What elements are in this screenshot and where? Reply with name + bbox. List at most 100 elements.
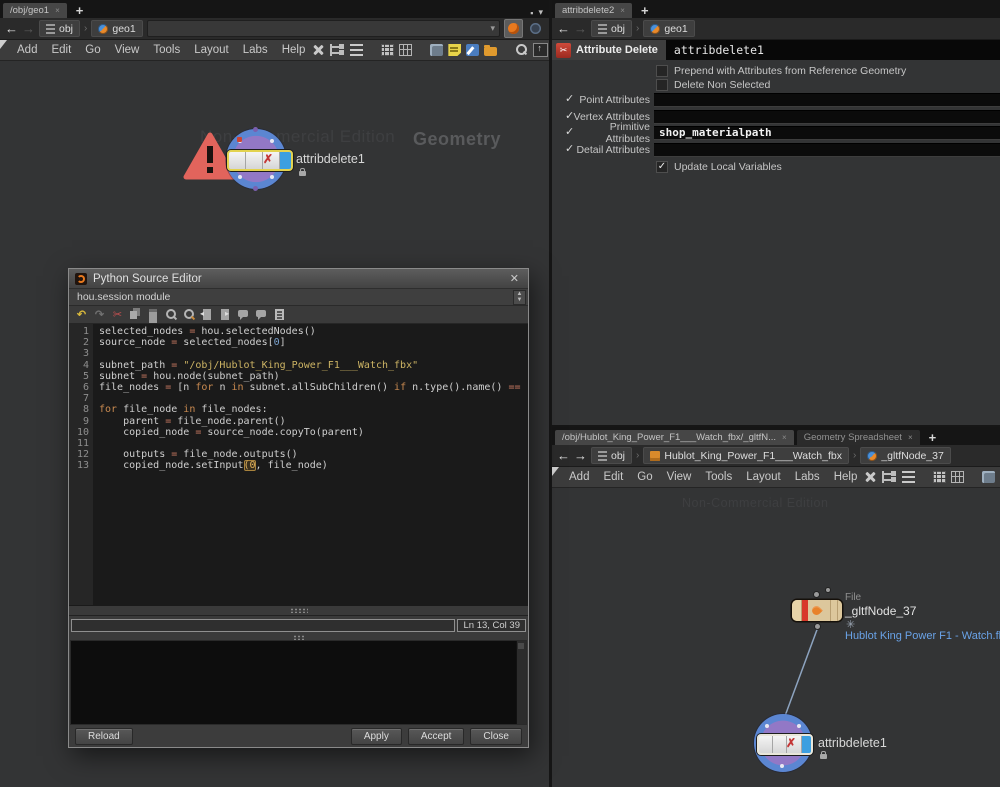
code-line[interactable]: 11 — [69, 438, 528, 449]
file-node[interactable] — [792, 600, 842, 621]
module-selector[interactable]: hou.session module ▲▼ — [69, 289, 528, 306]
menu-add[interactable]: Add — [562, 471, 596, 483]
pane-menu-icon[interactable]: ▪ — [530, 8, 533, 18]
breadcrumb-subnet[interactable]: Hublot_King_Power_F1___Watch_fbx — [643, 447, 849, 464]
file-node-name-label[interactable]: _gltfNode_37 — [845, 604, 916, 618]
unindent-icon[interactable] — [201, 308, 214, 321]
code-line[interactable]: 1selected_nodes = hou.selectedNodes() — [69, 326, 528, 337]
code-line[interactable]: 9 parent = file_node.parent() — [69, 416, 528, 427]
code-line[interactable]: 12 outputs = file_node.outputs() — [69, 449, 528, 460]
menu-tools[interactable]: Tools — [146, 44, 187, 56]
menu-edit[interactable]: Edit — [44, 44, 78, 56]
breadcrumb-geo1[interactable]: geo1 — [91, 20, 142, 37]
folder-icon[interactable] — [484, 47, 497, 56]
input-connector-dot[interactable] — [814, 592, 819, 597]
close-icon[interactable]: ✕ — [507, 272, 522, 285]
output-flag-dot[interactable] — [826, 588, 830, 592]
accept-button[interactable]: Accept — [408, 728, 465, 745]
find-replace-icon[interactable] — [183, 308, 196, 321]
tab-close-icon[interactable]: × — [908, 433, 913, 442]
menu-layout[interactable]: Layout — [739, 471, 788, 483]
pane-grip-handle[interactable] — [552, 467, 559, 476]
pane-grip-handle[interactable] — [0, 40, 7, 49]
indent-icon[interactable] — [219, 308, 232, 321]
new-tab-button[interactable]: + — [632, 3, 658, 18]
breadcrumb-geo1[interactable]: geo1 — [643, 20, 694, 37]
sticky-note-icon[interactable] — [448, 44, 461, 56]
menu-labs[interactable]: Labs — [788, 471, 827, 483]
file-path-label[interactable]: Hublot King Power F1 - Watch.fbx — [845, 630, 1000, 642]
forward-arrow-icon[interactable]: → — [574, 20, 587, 38]
display-options-icon[interactable] — [430, 44, 443, 56]
node-name-field[interactable]: attribdelete1 — [666, 43, 1000, 57]
spinner-icon[interactable]: ▲▼ — [513, 290, 526, 305]
new-tab-button[interactable]: + — [67, 3, 93, 18]
list-view-icon[interactable] — [350, 44, 363, 56]
menu-help[interactable]: Help — [275, 44, 313, 56]
menu-tools[interactable]: Tools — [698, 471, 739, 483]
houdini-badge-icon[interactable] — [504, 19, 523, 38]
back-arrow-icon[interactable]: ← — [557, 20, 570, 38]
tree-view-icon[interactable] — [330, 44, 345, 56]
scrollbar-grip[interactable] — [518, 643, 524, 649]
tree-view-icon[interactable] — [882, 471, 897, 483]
tab-close-icon[interactable]: × — [55, 6, 60, 15]
paste-icon[interactable] — [147, 308, 160, 321]
pane-tab-fbx-network[interactable]: /obj/Hublot_King_Power_F1___Watch_fbx/_g… — [555, 430, 794, 445]
attribdelete-node[interactable]: ✗ — [757, 734, 813, 755]
network-canvas[interactable]: Non-Commercial Edition File _gltfNode_37… — [552, 488, 1000, 787]
list-view-icon[interactable] — [902, 471, 915, 483]
grid-snap-icon[interactable] — [381, 44, 394, 56]
edit-network-icon[interactable] — [466, 44, 479, 56]
grid-layout-icon[interactable] — [399, 44, 412, 56]
close-button[interactable]: Close — [470, 728, 522, 745]
menu-add[interactable]: Add — [10, 44, 44, 56]
search-icon[interactable] — [515, 44, 528, 56]
menu-edit[interactable]: Edit — [596, 471, 630, 483]
detail-attributes-input[interactable] — [654, 143, 1000, 157]
grid-layout-icon[interactable] — [951, 471, 964, 483]
tab-close-icon[interactable]: × — [620, 6, 625, 15]
tools-wrench-icon[interactable] — [864, 471, 877, 483]
grid-snap-icon[interactable] — [933, 471, 946, 483]
edit-external-icon[interactable] — [273, 308, 286, 321]
code-line[interactable]: 13 copied_node.setInput(0, file_node) — [69, 460, 528, 471]
breadcrumb-obj[interactable]: obj — [591, 20, 632, 37]
back-arrow-icon[interactable]: ← — [5, 20, 18, 38]
breadcrumb-gltfnode[interactable]: _gltfNode_37 — [860, 447, 950, 464]
cut-icon[interactable]: ✂ — [111, 308, 124, 321]
delete-non-selected-checkbox[interactable] — [656, 79, 668, 91]
new-tab-button[interactable]: + — [920, 430, 946, 445]
node-name-label[interactable]: attribdelete1 — [296, 152, 365, 166]
output-console[interactable] — [70, 640, 527, 725]
display-options-icon[interactable] — [982, 471, 995, 483]
code-line[interactable]: 10 copied_node = source_node.copyTo(pare… — [69, 427, 528, 438]
pane-tab-attribdelete2[interactable]: attribdelete2 × — [555, 3, 632, 18]
menu-view[interactable]: View — [660, 471, 699, 483]
editor-splitter[interactable] — [69, 605, 528, 616]
comment-icon[interactable] — [237, 308, 250, 321]
code-line[interactable]: 2source_node = selected_nodes[0] — [69, 337, 528, 348]
menu-layout[interactable]: Layout — [187, 44, 236, 56]
undo-icon[interactable]: ↶ — [75, 308, 88, 321]
breadcrumb-obj[interactable]: obj — [39, 20, 80, 37]
pane-tab-geometry-spreadsheet[interactable]: Geometry Spreadsheet × — [797, 430, 920, 445]
menu-labs[interactable]: Labs — [236, 44, 275, 56]
vertex-attributes-input[interactable] — [654, 110, 1000, 124]
path-dropdown-field[interactable]: ▾ — [147, 20, 500, 37]
primitive-attributes-input[interactable]: shop_materialpath — [654, 126, 1000, 140]
forward-arrow-icon[interactable]: → — [574, 447, 587, 465]
back-arrow-icon[interactable]: ← — [557, 447, 570, 465]
redo-icon[interactable]: ↷ — [93, 308, 106, 321]
find-icon[interactable] — [165, 308, 178, 321]
snapshot-icon[interactable] — [533, 43, 548, 57]
breadcrumb-obj[interactable]: obj — [591, 447, 632, 464]
apply-button[interactable]: Apply — [351, 728, 402, 745]
window-title-bar[interactable]: Python Source Editor ✕ — [69, 269, 528, 289]
code-line[interactable]: 7 — [69, 393, 528, 404]
menu-go[interactable]: Go — [78, 44, 107, 56]
tools-wrench-icon[interactable] — [312, 44, 325, 56]
node-name-label[interactable]: attribdelete1 — [818, 736, 887, 750]
code-editor[interactable]: 1selected_nodes = hou.selectedNodes()2so… — [69, 324, 528, 605]
tab-close-icon[interactable]: × — [782, 433, 787, 442]
